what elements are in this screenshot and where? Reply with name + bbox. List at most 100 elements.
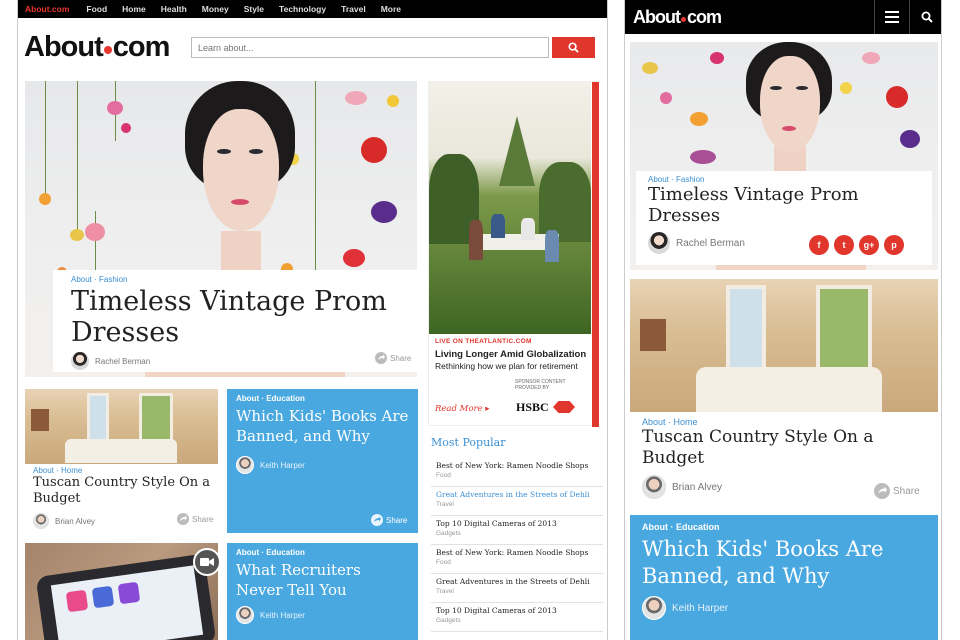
nav-item-style[interactable]: Style	[244, 4, 264, 14]
kids-byline: Keith Harper	[236, 456, 409, 474]
ad-tree	[499, 116, 535, 186]
recruiters-headline[interactable]: What Recruiters Never Tell You	[236, 560, 396, 600]
author-avatar	[642, 596, 666, 620]
nav-item-money[interactable]: Money	[202, 4, 229, 14]
logo-text-about: About	[633, 7, 681, 27]
tuscan-author[interactable]: Brian Alvey	[55, 517, 95, 526]
search-button[interactable]	[552, 37, 595, 58]
pinterest-icon[interactable]: p	[884, 235, 904, 255]
nav-item-more[interactable]: More	[381, 4, 401, 14]
ad-read-more-label: Read More	[435, 404, 483, 414]
list-item[interactable]: Great Adventures in the Streets of Dehli…	[431, 574, 603, 603]
tuscan-share-label: Share	[192, 514, 214, 524]
mobile-kids-author[interactable]: Keith Harper	[672, 603, 728, 614]
tuscan-breadcrumb[interactable]: About · Home	[33, 466, 210, 475]
facebook-icon[interactable]: f	[809, 235, 829, 255]
woman-eye	[796, 86, 808, 90]
list-item-title[interactable]: Great Adventures in the Streets of Dehli	[436, 490, 603, 499]
tuscan-share-button[interactable]: Share	[177, 513, 213, 525]
mobile-tuscan-author[interactable]: Brian Alvey	[672, 482, 722, 493]
author-avatar	[236, 456, 254, 474]
mobile-hero-article-card[interactable]: About · Fashion Timeless Vintage Prom Dr…	[636, 171, 932, 265]
list-item-title[interactable]: Best of New York: Ramen Noodle Shops	[436, 461, 603, 470]
author-avatar	[33, 513, 49, 529]
mobile-kids-breadcrumb[interactable]: About · Education	[642, 522, 926, 532]
hero-breadcrumb[interactable]: About · Fashion	[71, 275, 407, 284]
hero-share-button[interactable]: Share	[375, 352, 411, 364]
mobile-hero-breadcrumb[interactable]: About · Fashion	[648, 175, 920, 184]
flower	[862, 52, 880, 64]
menu-button[interactable]	[874, 0, 908, 34]
list-item-category: Travel	[436, 501, 454, 508]
mobile-hero-headline[interactable]: Timeless Vintage Prom Dresses	[648, 184, 878, 226]
share-arrow-icon	[874, 483, 890, 499]
tuscan-article-card[interactable]: About · Home Tuscan Country Style On a B…	[25, 464, 218, 534]
site-logo[interactable]: About com	[24, 30, 170, 64]
hero-share-label: Share	[390, 353, 412, 363]
recruiters-article-card[interactable]: About · Education What Recruiters Never …	[227, 543, 418, 640]
ad-title[interactable]: Living Longer Amid Globalization	[435, 349, 590, 360]
flower	[121, 123, 131, 133]
search-input[interactable]	[191, 37, 549, 58]
flower	[70, 229, 84, 241]
sponsored-ad[interactable]: LIVE ON THEATLANTIC.COM Living Longer Am…	[428, 81, 599, 427]
flower	[107, 101, 123, 115]
mobile-tuscan-headline[interactable]: Tuscan Country Style On a Budget	[642, 427, 902, 469]
hero-article-card[interactable]: About · Fashion Timeless Vintage Prom Dr…	[53, 270, 425, 372]
phone-app-photo[interactable]	[25, 543, 218, 640]
list-item-title[interactable]: Best of New York: Ramen Noodle Shops	[436, 548, 603, 557]
list-item-title[interactable]: Great Adventures in the Streets of Dehli	[436, 577, 603, 586]
hero-author[interactable]: Rachel Berman	[95, 357, 150, 366]
kids-author[interactable]: Keith Harper	[260, 461, 305, 470]
google-plus-icon[interactable]: g+	[859, 235, 879, 255]
kids-share-button[interactable]: Share	[371, 514, 407, 526]
nav-item-health[interactable]: Health	[161, 4, 187, 14]
flower	[900, 130, 920, 148]
mobile-tuscan-photo[interactable]	[630, 279, 938, 412]
mobile-kids-books-article-card[interactable]: About · Education Which Kids' Books Are …	[630, 515, 938, 640]
woman-eye	[249, 149, 263, 154]
list-item[interactable]: Best of New York: Ramen Noodle Shops Foo…	[431, 458, 603, 487]
hero-headline[interactable]: Timeless Vintage Prom Dresses	[71, 286, 421, 348]
kids-books-article-card[interactable]: About · Education Which Kids' Books Are …	[227, 389, 418, 533]
nav-item-home[interactable]: Home	[122, 4, 146, 14]
list-item-category: Food	[436, 472, 451, 479]
nav-item-travel[interactable]: Travel	[341, 4, 366, 14]
nav-brand-link[interactable]: About.com	[25, 4, 69, 14]
list-item-category: Food	[436, 559, 451, 566]
list-item[interactable]: Best of New York: Ramen Noodle Shops Foo…	[431, 545, 603, 574]
kids-headline[interactable]: Which Kids' Books Are Banned, and Why	[236, 406, 411, 446]
mobile-site-logo[interactable]: About com	[633, 4, 722, 30]
mobile-kids-headline[interactable]: Which Kids' Books Are Banned, and Why	[642, 536, 912, 590]
mobile-tuscan-share-button[interactable]: Share	[874, 483, 920, 499]
flower	[710, 52, 724, 64]
nav-item-food[interactable]: Food	[86, 4, 107, 14]
sofa	[65, 439, 177, 463]
list-item[interactable]: Top 10 Digital Cameras of 2013 Gadgets	[431, 516, 603, 545]
list-item-title[interactable]: Top 10 Digital Cameras of 2013	[436, 606, 603, 615]
tuscan-headline[interactable]: Tuscan Country Style On a Budget	[33, 475, 213, 507]
author-avatar	[71, 352, 89, 370]
recruiters-author[interactable]: Keith Harper	[260, 611, 305, 620]
mobile-tuscan-article-card[interactable]: About · Home Tuscan Country Style On a B…	[630, 413, 938, 510]
kids-breadcrumb[interactable]: About · Education	[236, 394, 409, 403]
wall-art	[640, 319, 666, 351]
list-item-title[interactable]: Top 10 Digital Cameras of 2013	[436, 519, 603, 528]
ad-brand-logo[interactable]: HSBC	[516, 400, 549, 415]
tuscan-photo[interactable]	[25, 389, 218, 464]
share-arrow-icon	[371, 514, 383, 526]
recruiters-breadcrumb[interactable]: About · Education	[236, 548, 409, 557]
mobile-hero-author[interactable]: Rachel Berman	[676, 238, 745, 249]
flower	[39, 193, 51, 205]
mobile-tuscan-breadcrumb[interactable]: About · Home	[642, 417, 926, 427]
nav-item-technology[interactable]: Technology	[279, 4, 326, 14]
ad-sponsor-text: SPONSOR CONTENT PROVIDED BY	[515, 379, 566, 391]
mobile-search-button[interactable]	[909, 0, 941, 34]
woman-face	[203, 109, 279, 231]
magnifier-icon	[921, 11, 933, 23]
twitter-icon[interactable]: t	[834, 235, 854, 255]
list-item[interactable]: Top 10 Digital Cameras of 2013 Gadgets	[431, 603, 603, 632]
social-share-buttons: f t g+ p	[804, 235, 904, 255]
ad-read-more-link[interactable]: Read More ▸	[435, 404, 490, 414]
list-item[interactable]: Great Adventures in the Streets of Dehli…	[431, 487, 603, 516]
